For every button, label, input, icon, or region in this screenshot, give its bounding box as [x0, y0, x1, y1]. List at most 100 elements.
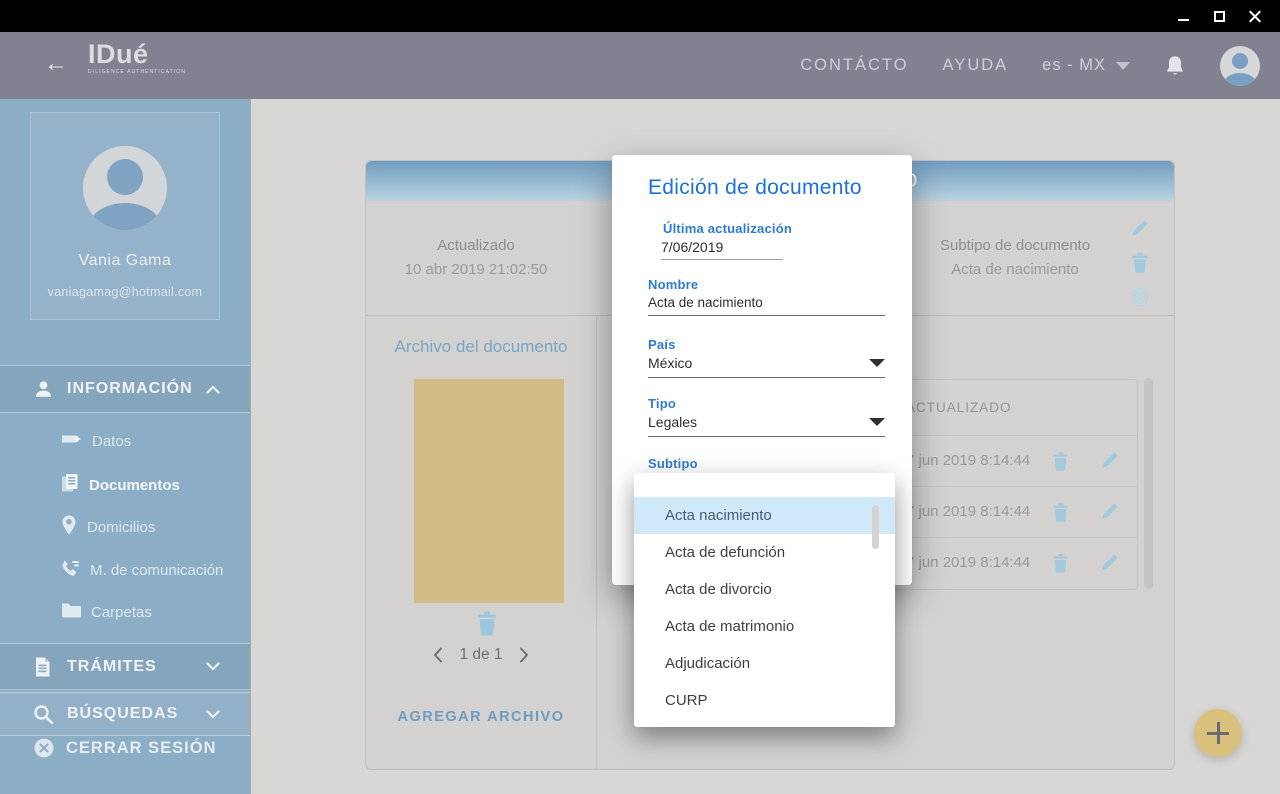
document-preview-image[interactable] [414, 379, 564, 603]
name-label: Nombre [648, 277, 698, 292]
sidebar-section-tramites[interactable]: TRÁMITES [0, 643, 250, 690]
file-pagination: 1 de 1 [366, 646, 596, 664]
country-label: País [648, 337, 676, 352]
locale-selector[interactable]: es - MX [1042, 56, 1130, 75]
type-label: Tipo [648, 396, 676, 411]
sidebar-section-label: INFORMACIÓN [67, 380, 193, 398]
search-icon [33, 704, 54, 725]
add-document-fab[interactable] [1194, 709, 1242, 757]
sidebar: Vania Gama vaniagamag@hotmail.com INFORM… [0, 99, 251, 794]
sidebar-section-label: BÚSQUEDAS [67, 705, 178, 723]
profile-card: Vania Gama vaniagamag@hotmail.com [30, 112, 220, 320]
sidebar-item-label: Datos [92, 433, 131, 450]
window-titlebar [0, 0, 1280, 32]
edit-pencil-icon[interactable] [1100, 502, 1119, 521]
edit-pencil-icon[interactable] [1100, 553, 1119, 572]
dropdown-scrollbar[interactable] [872, 505, 879, 549]
dropdown-option[interactable]: Acta de divorcio [634, 571, 895, 608]
contact-link[interactable]: CONTÁCTO [800, 56, 908, 75]
dropdown-option[interactable]: CURP [634, 682, 895, 719]
delete-trash-icon[interactable] [1131, 252, 1149, 273]
add-file-button[interactable]: AGREGAR ARCHIVO [366, 709, 596, 725]
updated-value: 10 abr 2019 21:02:50 [381, 261, 571, 278]
chevron-down-icon [206, 710, 220, 719]
sidebar-item-domicilios[interactable]: Domicilios [0, 506, 250, 548]
delete-trash-icon[interactable] [1052, 451, 1069, 471]
sidebar-item-comunicacion[interactable]: M. de comunicación [0, 549, 250, 591]
subtype-value: Acta de nacimiento [920, 261, 1110, 278]
history-date: 7 jun 2019 8:14:44 [906, 452, 1030, 469]
location-pin-icon [60, 514, 78, 540]
archive-section-title: Archivo del documento [366, 337, 596, 357]
sidebar-item-label: M. de comunicación [90, 562, 223, 579]
dropdown-option[interactable]: Acta de matrimonio [634, 608, 895, 645]
field-underline [648, 436, 885, 437]
history-date: 7 jun 2019 8:14:44 [906, 503, 1030, 520]
delete-trash-icon[interactable] [1052, 502, 1069, 522]
profile-name: Vania Gama [31, 252, 219, 270]
profile-email: vaniagamag@hotmail.com [31, 285, 219, 299]
subtype-dropdown: Acta nacimiento Acta de defunción Acta d… [634, 473, 895, 727]
sidebar-item-datos[interactable]: Datos [0, 420, 250, 462]
dropdown-option[interactable]: Acta nacimiento [634, 497, 895, 534]
folder-icon [60, 601, 82, 623]
help-link[interactable]: AYUDA [943, 56, 1009, 75]
close-icon[interactable] [1248, 9, 1262, 23]
sidebar-item-carpetas[interactable]: Carpetas [0, 591, 250, 633]
edit-pencil-icon[interactable] [1100, 451, 1119, 470]
next-page-icon[interactable] [519, 647, 529, 663]
app-logo[interactable]: IDué DILIGENCE AUTHENTICATION [88, 40, 186, 75]
pagination-label: 1 de 1 [459, 646, 502, 664]
vertical-scrollbar[interactable] [1144, 378, 1153, 589]
modal-title: Edición de documento [648, 176, 862, 200]
avatar-head [107, 159, 143, 195]
last-update-field[interactable]: 7/06/2019 [661, 239, 723, 255]
maximize-icon[interactable] [1212, 9, 1226, 23]
id-card-icon [60, 430, 83, 452]
user-avatar[interactable] [1220, 46, 1260, 86]
chevron-down-icon [1116, 62, 1130, 70]
avatar-body [89, 203, 161, 230]
chevron-down-icon[interactable] [869, 359, 885, 367]
delete-trash-icon[interactable] [1052, 553, 1069, 573]
type-select[interactable]: Legales [648, 414, 697, 430]
documents-icon [60, 472, 80, 498]
field-underline [648, 315, 885, 316]
sidebar-item-documentos[interactable]: Documentos [0, 464, 250, 506]
card-divider [596, 316, 597, 770]
sidebar-section-label: TRÁMITES [67, 658, 157, 676]
chevron-down-icon [206, 662, 220, 671]
notifications-bell-icon[interactable] [1164, 54, 1186, 78]
locale-label: es - MX [1042, 56, 1106, 75]
chevron-up-icon [206, 385, 220, 394]
sidebar-item-label: Documentos [89, 477, 180, 494]
sidebar-section-informacion[interactable]: INFORMACIÓN [0, 365, 250, 413]
app-window: ← IDué DILIGENCE AUTHENTICATION CONTÁCTO… [0, 0, 1280, 794]
fingerprint-icon[interactable] [1131, 287, 1149, 307]
field-underline [661, 259, 783, 260]
avatar-body [1223, 73, 1257, 86]
logo-tagline: DILIGENCE AUTHENTICATION [88, 69, 186, 75]
sidebar-item-label: Carpetas [91, 604, 152, 621]
x-circle-icon [33, 737, 55, 759]
subtype-label: Subtipo de documento [920, 237, 1110, 254]
country-select[interactable]: México [648, 355, 692, 371]
name-field[interactable]: Acta de nacimiento [648, 295, 763, 310]
avatar-head [1232, 53, 1248, 69]
file-icon [33, 656, 52, 678]
phone-icon [60, 558, 81, 583]
history-date: 7 jun 2019 8:14:44 [906, 554, 1030, 571]
minimize-icon[interactable] [1176, 9, 1190, 23]
logo-text: IDué [88, 40, 186, 68]
back-arrow-icon[interactable]: ← [44, 50, 68, 78]
dropdown-option[interactable]: Adjudicación [634, 645, 895, 682]
delete-file-trash-icon[interactable] [476, 610, 498, 636]
person-icon [33, 379, 54, 400]
sidebar-item-label: Domicilios [87, 519, 155, 536]
chevron-down-icon[interactable] [869, 418, 885, 426]
previous-page-icon[interactable] [433, 647, 443, 663]
updated-label: Actualizado [381, 237, 571, 254]
logout-button[interactable]: CERRAR SESIÓN [0, 728, 250, 768]
edit-pencil-icon[interactable] [1130, 219, 1149, 238]
dropdown-option[interactable]: Acta de defunción [634, 534, 895, 571]
